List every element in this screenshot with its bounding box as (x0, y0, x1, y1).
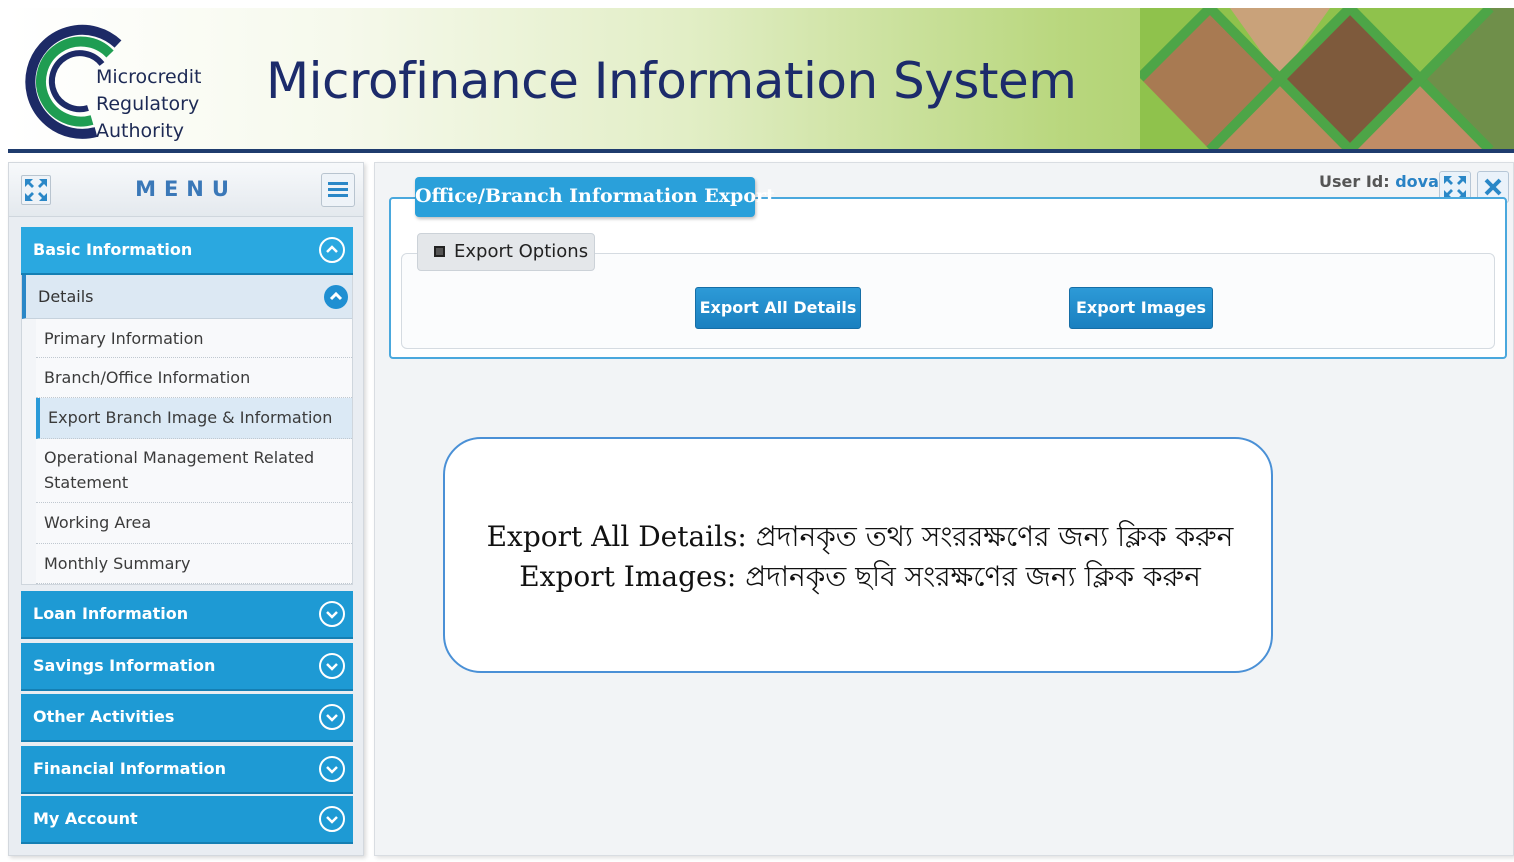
user-id-value: dova (1395, 172, 1439, 191)
section-label: My Account (33, 809, 138, 828)
basic-information-submenu: Details Primary Information Branch/Offic… (21, 275, 353, 585)
menu-item-operational-management[interactable]: Operational Management Related Statement (36, 439, 352, 503)
menu-title: MENU (135, 177, 237, 201)
section-label: Financial Information (33, 759, 226, 778)
section-loan-information[interactable]: Loan Information (21, 591, 353, 639)
section-basic-information[interactable]: Basic Information (21, 227, 353, 275)
chevron-down-icon (319, 704, 345, 730)
menu-header: MENU (9, 163, 363, 217)
section-savings-information[interactable]: Savings Information (21, 643, 353, 691)
section-label: Other Activities (33, 707, 175, 726)
hamburger-icon (328, 182, 348, 197)
logo-line-1: Microcredit (96, 66, 202, 88)
menu-item-branch-office-information[interactable]: Branch/Office Information (36, 358, 352, 398)
header-photo-collage (1140, 8, 1514, 150)
menu-item-working-area[interactable]: Working Area (36, 503, 352, 544)
export-images-button[interactable]: Export Images (1069, 287, 1213, 329)
panel-title: Office/Branch Information Export (415, 177, 775, 217)
section-label: Savings Information (33, 656, 216, 675)
logo-line-3: Authority (96, 120, 184, 142)
app-title: Microfinance Information System (266, 52, 1077, 110)
logo-text: Microcredit Regulatory Authority (96, 64, 201, 145)
menu-item-export-branch-image[interactable]: Export Branch Image & Information (36, 398, 352, 439)
section-label: Loan Information (33, 604, 189, 623)
section-financial-information[interactable]: Financial Information (21, 746, 353, 794)
export-all-details-button[interactable]: Export All Details (695, 287, 861, 329)
chevron-down-icon (319, 756, 345, 782)
menu-item-monthly-summary[interactable]: Monthly Summary (36, 544, 352, 584)
sidebar-menu: MENU Basic Information Details Primary I… (8, 162, 364, 856)
menu-item-primary-information[interactable]: Primary Information (36, 319, 352, 358)
details-label: Details (38, 287, 94, 306)
collapse-square-icon (434, 246, 445, 257)
app-header: Microcredit Regulatory Authority Microfi… (0, 0, 1514, 154)
chevron-up-icon (319, 237, 345, 263)
chevron-down-icon (319, 601, 345, 627)
user-id-display: User Id: dova (1319, 172, 1439, 191)
export-options-label: Export Options (454, 241, 589, 262)
user-id-label: User Id: (1319, 172, 1390, 191)
header-divider (8, 149, 1514, 153)
section-other-activities[interactable]: Other Activities (21, 694, 353, 742)
submenu-details[interactable]: Details (22, 275, 352, 319)
main-content: User Id: dova Office/Branch Information … (374, 162, 1514, 856)
mra-logo: Microcredit Regulatory Authority (18, 14, 218, 148)
chevron-down-icon (319, 653, 345, 679)
section-label: Basic Information (33, 240, 193, 259)
menu-toggle-button[interactable] (321, 173, 355, 207)
logo-line-2: Regulatory (96, 93, 200, 115)
note-line-export-images: Export Images: প্রদানকৃত ছবি সংরক্ষণের জ… (519, 560, 1201, 593)
details-items: Primary Information Branch/Office Inform… (36, 319, 352, 584)
chevron-down-icon (319, 806, 345, 832)
section-my-account[interactable]: My Account (21, 796, 353, 844)
export-options-toggle[interactable]: Export Options (417, 233, 595, 271)
chevron-up-icon (324, 285, 348, 309)
instruction-note: Export All Details: প্রদানকৃত তথ্য সংররক… (443, 437, 1273, 673)
